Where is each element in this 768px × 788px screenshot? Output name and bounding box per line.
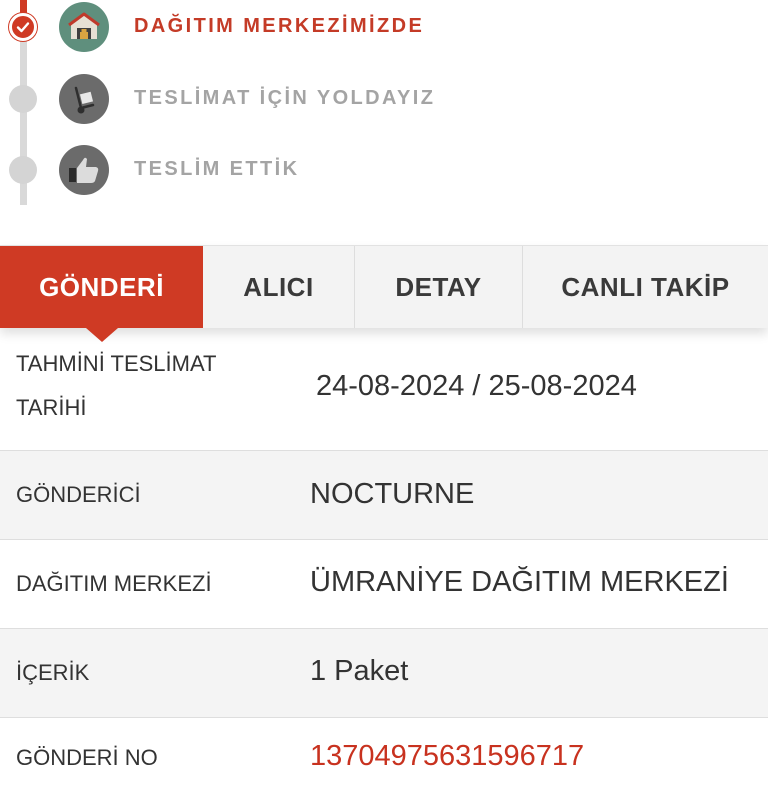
timeline-step-on-the-way: TESLİMAT İÇİN YOLDAYIZ — [0, 71, 768, 127]
hand-truck-icon — [59, 74, 109, 124]
thumbs-up-icon — [59, 145, 109, 195]
step-label: TESLİM ETTİK — [134, 158, 300, 180]
check-icon — [16, 22, 30, 33]
row-shipment-no: GÖNDERİ NO 13704975631596717 — [0, 718, 768, 788]
estimated-delivery-value: 24-08-2024 / 25-08-2024 — [316, 370, 637, 402]
step-label: TESLİMAT İÇİN YOLDAYIZ — [134, 87, 436, 109]
shipment-tabs: GÖNDERİ ALICI DETAY CANLI TAKİP — [0, 245, 768, 342]
shipment-details: TAHMİNİ TESLİMAT TARİHİ 24-08-2024 / 25-… — [0, 328, 768, 788]
timeline-step-distribution-center: DAĞITIM MERKEZİMİZDE — [0, 0, 768, 55]
sender-value: NOCTURNE — [310, 478, 475, 510]
tab-live-tracking[interactable]: CANLI TAKİP — [523, 246, 768, 328]
step-pending-dot — [9, 156, 37, 184]
distribution-center-value: ÜMRANİYE DAĞITIM MERKEZİ — [310, 566, 729, 598]
row-distribution-center: DAĞITIM MERKEZİ ÜMRANİYE DAĞITIM MERKEZİ — [0, 540, 768, 629]
tab-shipment[interactable]: GÖNDERİ — [0, 246, 203, 342]
row-content: İÇERİK 1 Paket — [0, 629, 768, 718]
shipment-no-value[interactable]: 13704975631596717 — [310, 740, 584, 773]
content-value: 1 Paket — [310, 655, 409, 687]
content-label: İÇERİK — [16, 660, 90, 685]
shipment-no-label: GÖNDERİ NO — [16, 745, 158, 770]
row-sender: GÖNDERİCİ NOCTURNE — [0, 451, 768, 540]
tracking-timeline: DAĞITIM MERKEZİMİZDE TESLİMAT İÇİN YOLDA… — [0, 0, 768, 245]
tab-detail[interactable]: DETAY — [355, 246, 523, 328]
step-pending-dot — [9, 85, 37, 113]
distribution-center-label: DAĞITIM MERKEZİ — [16, 571, 212, 596]
tab-recipient[interactable]: ALICI — [203, 246, 355, 328]
step-label: DAĞITIM MERKEZİMİZDE — [134, 15, 425, 37]
sender-label: GÖNDERİCİ — [16, 482, 141, 507]
row-estimated-delivery: TAHMİNİ TESLİMAT TARİHİ 24-08-2024 / 25-… — [0, 328, 768, 451]
step-done-dot — [9, 13, 37, 41]
warehouse-icon — [59, 2, 109, 52]
timeline-step-delivered: TESLİM ETTİK — [0, 142, 768, 198]
estimated-delivery-label: TAHMİNİ TESLİMAT TARİHİ — [16, 351, 217, 420]
